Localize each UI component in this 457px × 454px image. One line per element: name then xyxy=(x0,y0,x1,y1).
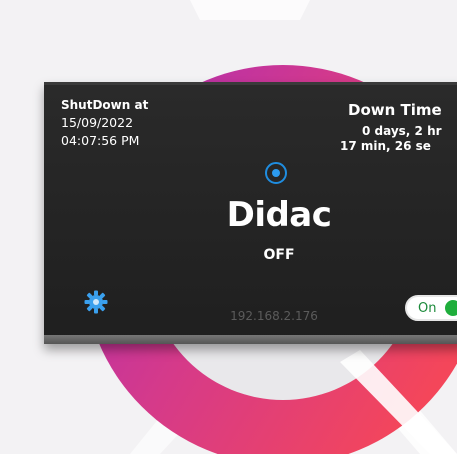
toggle-knob xyxy=(445,300,457,316)
toggle-label: On xyxy=(418,301,437,316)
stage: ShutDown at 15/09/2022 04:07:56 PM Down … xyxy=(0,0,457,454)
shutdown-date: 15/09/2022 xyxy=(61,115,134,130)
status-dot-icon xyxy=(265,162,287,184)
downtime-minutes: 17 min, 26 se xyxy=(340,139,431,153)
gear-icon[interactable] xyxy=(84,290,108,314)
downtime-info: Down Time 0 days, 2 hr 17 min, 26 se xyxy=(340,101,442,153)
shutdown-info: ShutDown at 15/09/2022 04:07:56 PM xyxy=(61,96,148,150)
shutdown-label: ShutDown at xyxy=(61,98,149,112)
device-card[interactable]: ShutDown at 15/09/2022 04:07:56 PM Down … xyxy=(44,82,457,344)
downtime-title: Down Time xyxy=(348,101,442,119)
device-name: Didac xyxy=(226,195,332,235)
power-toggle[interactable]: On xyxy=(405,295,457,321)
ip-address: 192.168.2.176 xyxy=(230,309,318,323)
shutdown-time: 04:07:56 PM xyxy=(61,133,140,148)
device-state: OFF xyxy=(263,247,295,263)
card-bottom-bar xyxy=(44,335,457,344)
downtime-days: 0 days, 2 hr xyxy=(362,124,442,138)
